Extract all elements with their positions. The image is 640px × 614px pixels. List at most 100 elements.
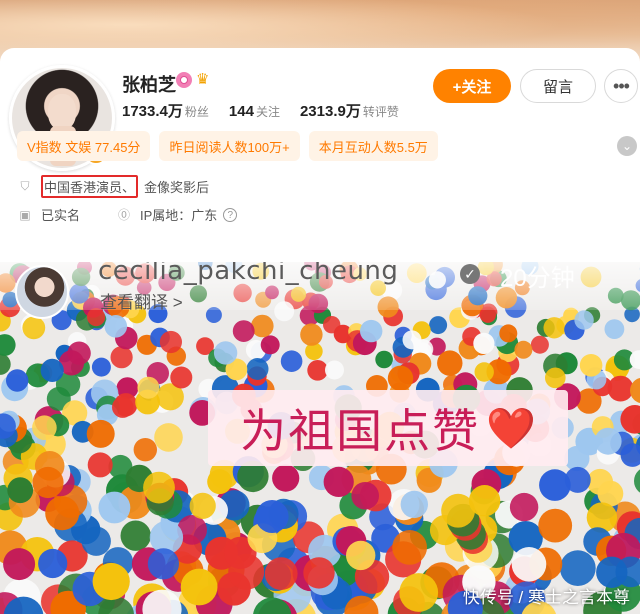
balloon bbox=[538, 508, 573, 543]
balloon bbox=[630, 378, 640, 403]
balloon bbox=[587, 468, 613, 495]
balloon bbox=[559, 550, 596, 586]
post-username: cecilia_pakchi_cheung bbox=[98, 262, 399, 286]
post-screenshot: cecilia_pakchi_cheung ✓ 20分钟 查看翻译 > 为祖国点… bbox=[0, 262, 640, 614]
balloon bbox=[87, 452, 113, 478]
balloon bbox=[170, 366, 193, 389]
balloon bbox=[38, 548, 68, 579]
balloon bbox=[112, 396, 134, 418]
member-icon[interactable] bbox=[176, 72, 192, 88]
balloon bbox=[272, 464, 300, 492]
fans-label: 粉丝 bbox=[184, 105, 209, 119]
balloon bbox=[250, 314, 274, 338]
balloon bbox=[514, 340, 533, 359]
balloon bbox=[375, 350, 393, 369]
balloon bbox=[207, 469, 233, 495]
balloon bbox=[387, 365, 414, 391]
balloon bbox=[110, 346, 133, 369]
balloon bbox=[402, 330, 422, 350]
balloon bbox=[441, 493, 475, 528]
help-icon[interactable]: ? bbox=[223, 207, 238, 222]
balloon bbox=[246, 358, 269, 380]
occupation-highlight: 中国香港演员、 bbox=[41, 175, 139, 198]
balloon bbox=[32, 415, 57, 440]
following-count[interactable]: 144 bbox=[229, 103, 254, 120]
tag-v-index[interactable]: V指数 文娱 77.45分 bbox=[17, 131, 151, 161]
balloon bbox=[120, 520, 151, 551]
balloon bbox=[429, 316, 448, 335]
balloon bbox=[32, 466, 64, 499]
fans-count[interactable]: 1733.4万 bbox=[122, 100, 183, 121]
post-caption: 为祖国点赞 ❤️ bbox=[208, 390, 568, 466]
occupation-row: ⛉ 中国香港演员、 金像奖影后 bbox=[17, 175, 209, 198]
post-time: 20分钟 bbox=[500, 265, 575, 292]
real-name-status: 已实名 bbox=[41, 208, 81, 223]
balloon bbox=[323, 316, 341, 334]
avatar-face bbox=[48, 94, 76, 130]
balloon bbox=[255, 500, 289, 533]
name-icons: ♛ bbox=[176, 72, 209, 88]
balloon bbox=[307, 360, 328, 381]
balloon bbox=[0, 353, 11, 375]
balloon bbox=[351, 482, 380, 510]
more-options-button[interactable]: ••• bbox=[604, 69, 638, 103]
balloon bbox=[400, 490, 428, 519]
balloon bbox=[360, 319, 383, 343]
chevron-down-icon[interactable]: ⌄ bbox=[617, 136, 637, 156]
ip-location: IP属地：广东 bbox=[140, 208, 218, 223]
balloon bbox=[45, 496, 80, 531]
watermark: 快传号 / 寒士之言本尊 bbox=[462, 588, 630, 607]
occupation-award: 金像奖影后 bbox=[144, 180, 210, 195]
message-button[interactable]: 留言 bbox=[520, 69, 596, 103]
balloon bbox=[323, 466, 354, 497]
id-card-icon: ▣ bbox=[19, 207, 31, 222]
balloon bbox=[499, 324, 518, 343]
balloon bbox=[81, 526, 111, 556]
balloon bbox=[86, 419, 115, 448]
balloon bbox=[346, 540, 376, 571]
balloon bbox=[213, 341, 238, 365]
interactions-label: 转评赞 bbox=[362, 105, 399, 119]
profile-stats: 1733.4万 粉丝 144 关注 2313.9万 转评赞 bbox=[122, 100, 419, 121]
tag-monthly-interactions[interactable]: 本月互动人数5.5万 bbox=[308, 131, 438, 161]
balloon bbox=[325, 360, 344, 380]
balloon bbox=[280, 350, 303, 372]
balloon bbox=[594, 427, 622, 455]
balloon bbox=[264, 557, 298, 590]
follow-button[interactable]: +关注 bbox=[433, 69, 511, 103]
shield-icon: ⛉ bbox=[20, 179, 30, 193]
tag-daily-readers[interactable]: 昨日阅读人数100万+ bbox=[159, 131, 300, 161]
heart-icon: ❤️ bbox=[486, 406, 536, 451]
balloon bbox=[543, 317, 565, 339]
balloon bbox=[437, 350, 463, 376]
balloon bbox=[399, 573, 439, 612]
ip-icon: ⓪ bbox=[118, 208, 131, 222]
balloon bbox=[607, 375, 634, 402]
balloon bbox=[40, 358, 64, 382]
crown-icon[interactable]: ♛ bbox=[196, 72, 209, 88]
balloon bbox=[159, 330, 182, 354]
balloon bbox=[133, 438, 157, 462]
profile-name: 张柏芝 bbox=[122, 75, 176, 95]
balloon bbox=[392, 530, 427, 565]
post-translate-link: 查看翻译 > bbox=[100, 293, 183, 312]
balloon bbox=[7, 477, 34, 504]
balloon bbox=[545, 367, 566, 389]
balloon bbox=[474, 362, 494, 382]
balloon bbox=[300, 323, 323, 346]
balloon bbox=[189, 492, 216, 519]
balloon bbox=[539, 469, 571, 501]
interactions-count: 2313.9万 bbox=[299, 103, 361, 120]
balloon bbox=[104, 315, 128, 338]
profile-card: V 张柏芝 ♛ 1733.4万 粉丝 144 关注 2313.9万 转评赞 +关… bbox=[0, 48, 640, 260]
balloon bbox=[180, 568, 218, 606]
balloon bbox=[604, 319, 625, 339]
balloon bbox=[530, 335, 549, 354]
caption-text: 为祖国点赞 bbox=[240, 405, 481, 457]
balloon bbox=[232, 320, 255, 342]
balloon bbox=[260, 335, 280, 355]
balloon bbox=[6, 369, 29, 392]
balloon bbox=[511, 547, 547, 582]
profile-tags: V指数 文娱 77.45分 昨日阅读人数100万+ 本月互动人数5.5万 bbox=[17, 131, 438, 161]
balloon bbox=[579, 354, 603, 377]
